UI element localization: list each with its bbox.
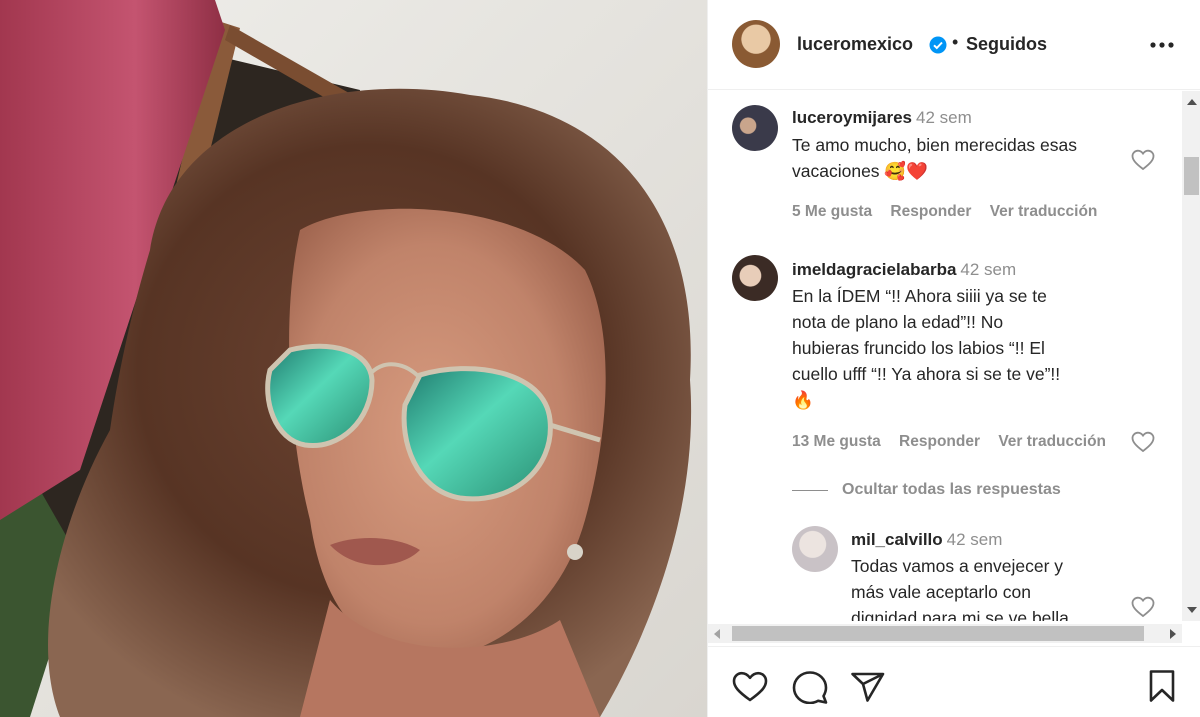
reply-header: mil_calvillo 42 sem	[851, 530, 1002, 550]
post-image	[0, 0, 707, 717]
post-action-bar	[708, 646, 1200, 717]
commenter-avatar[interactable]	[732, 255, 778, 301]
comment-likes-count[interactable]: 5 Me gusta	[792, 203, 872, 220]
comments-horizontal-scrollbar[interactable]	[708, 624, 1182, 643]
reply-username[interactable]: mil_calvillo	[851, 530, 943, 549]
comment-text-line: Te amo mucho, bien merecidas esas	[792, 135, 1077, 155]
comment-actions: 5 Me gusta Responder Ver traducción	[792, 203, 1111, 221]
comment-text-line: cuello ufff “!! Ya ahora si se te ve”!!	[792, 364, 1061, 384]
comment-reply-button[interactable]: Responder	[890, 203, 971, 220]
vertical-scroll-thumb[interactable]	[1184, 157, 1199, 195]
reply-text-line: más vale aceptarlo con	[851, 582, 1031, 602]
hide-replies-label: Ocultar todas las respuestas	[842, 481, 1061, 498]
comment-reply-button[interactable]: Responder	[899, 433, 980, 450]
comment-item: imeldagracielabarba 42 sem En la ÍDEM “!!…	[708, 249, 1182, 474]
reply-like-heart-icon[interactable]	[1131, 596, 1155, 618]
comment-likes-count[interactable]: 13 Me gusta	[792, 433, 881, 450]
comments-vertical-scrollbar[interactable]	[1182, 91, 1200, 621]
comment-time: 42 sem	[960, 260, 1017, 279]
reply-text-line: Todas vamos a envejecer y	[851, 556, 1064, 576]
header-separator: •	[952, 32, 959, 52]
comment-text-line: nota de plano la edad”!! No	[792, 312, 1004, 332]
comment-translate-button[interactable]: Ver traducción	[990, 203, 1098, 220]
comment-time: 42 sem	[916, 108, 972, 127]
commenter-avatar[interactable]	[732, 105, 778, 151]
post-header: luceromexico • Seguidos	[708, 0, 1200, 90]
bookmark-icon[interactable]	[1148, 669, 1176, 703]
scroll-left-arrow-icon[interactable]	[714, 629, 720, 639]
verified-badge-icon	[929, 36, 947, 54]
comment-header: luceroymijares 42 sem	[792, 108, 972, 128]
replies-divider-line	[792, 489, 828, 491]
reply-text-line: dignidad para mi se ve bella	[851, 608, 1069, 621]
comment-text-line: En la ÍDEM “!! Ahora siiii ya se te	[792, 286, 1047, 306]
heart-icon[interactable]	[732, 671, 768, 703]
comment-translate-button[interactable]: Ver traducción	[998, 433, 1106, 450]
scroll-right-arrow-icon[interactable]	[1170, 629, 1176, 639]
post-side-panel: luceromexico • Seguidos luceroymijares 42…	[707, 0, 1200, 717]
comment-username[interactable]: luceroymijares	[792, 108, 912, 127]
comment-text: Te amo mucho, bien merecidas esas vacaci…	[792, 132, 1077, 184]
post-photo	[0, 0, 707, 717]
comment-header: imeldagracielabarba 42 sem	[792, 260, 1016, 280]
comment-actions: 13 Me gusta Responder Ver traducción	[792, 433, 1120, 451]
more-options-icon[interactable]	[1148, 36, 1176, 54]
comment-text: En la ÍDEM “!! Ahora siiii ya se te nota…	[792, 283, 1060, 413]
comment-like-heart-icon[interactable]	[1131, 149, 1155, 171]
comment-text-line: hubieras fruncido los labios “!! El	[792, 338, 1045, 358]
reply-avatar[interactable]	[792, 526, 838, 572]
scroll-down-arrow-icon[interactable]	[1187, 607, 1197, 613]
comment-icon[interactable]	[792, 670, 828, 704]
comment-like-heart-icon[interactable]	[1131, 431, 1155, 453]
reply-item: mil_calvillo 42 sem Todas vamos a envejec…	[708, 516, 1182, 621]
comment-text-line: vacaciones 🥰❤️	[792, 161, 928, 181]
comment-text-line: 🔥	[792, 390, 814, 410]
comment-username[interactable]: imeldagracielabarba	[792, 260, 956, 279]
author-username[interactable]: luceromexico	[797, 34, 913, 55]
follow-status-button[interactable]: Seguidos	[966, 34, 1047, 55]
comments-list[interactable]: luceroymijares 42 sem Te amo mucho, bien …	[708, 91, 1182, 621]
scroll-up-arrow-icon[interactable]	[1187, 99, 1197, 105]
horizontal-scroll-thumb[interactable]	[732, 626, 1144, 641]
author-avatar[interactable]	[732, 20, 780, 68]
comment-item: luceroymijares 42 sem Te amo mucho, bien …	[708, 91, 1182, 231]
send-icon[interactable]	[850, 671, 886, 703]
hide-replies-button[interactable]: Ocultar todas las respuestas	[792, 481, 1061, 499]
reply-time: 42 sem	[946, 530, 1003, 549]
reply-text: Todas vamos a envejecer y más vale acept…	[851, 553, 1069, 621]
